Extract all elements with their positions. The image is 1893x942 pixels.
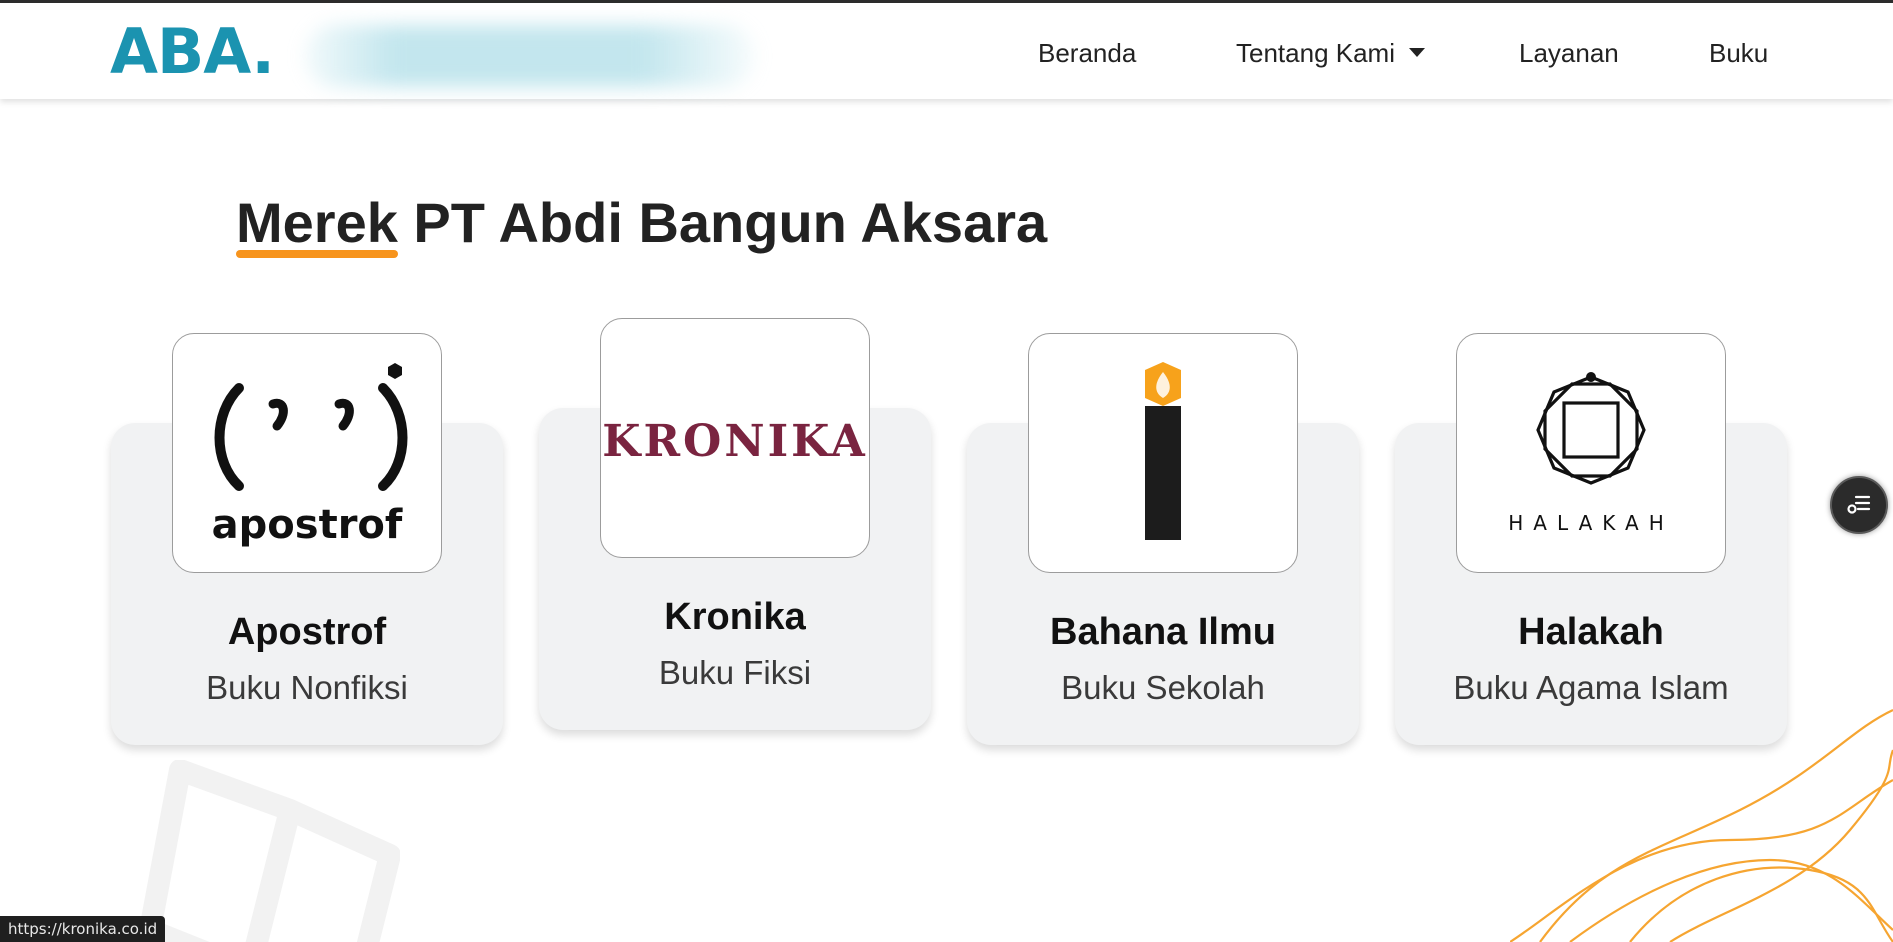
brand-category: Buku Sekolah: [1061, 669, 1265, 706]
page-title-highlight-text: Merek: [236, 191, 398, 254]
halakah-logo[interactable]: HALAKAH: [1456, 333, 1726, 573]
orange-underline: [236, 250, 398, 258]
navbar: ABA. Beranda Tentang Kami Layanan Buku: [0, 3, 1893, 99]
nav-item-beranda[interactable]: Beranda: [1038, 37, 1136, 69]
nav-item-layanan[interactable]: Layanan: [1519, 37, 1619, 69]
blurred-brand-tagline: [305, 25, 755, 87]
nav-item-tentang-kami[interactable]: Tentang Kami: [1236, 37, 1425, 69]
caret-down-icon: [1408, 47, 1425, 57]
kronika-logo-text: KRONIKA: [602, 416, 868, 467]
status-bar-url: https://kronika.co.id: [0, 916, 166, 942]
page-title-rest: PT Abdi Bangun Aksara: [397, 191, 1048, 254]
bahana-ilmu-logo[interactable]: [1028, 333, 1298, 573]
brand-name: Apostrof: [227, 611, 387, 653]
book-outline-decoration: [140, 760, 400, 942]
floating-menu-button[interactable]: [1830, 476, 1888, 534]
brand-name: Bahana Ilmu: [1050, 611, 1276, 653]
brand-name: Kronika: [664, 596, 806, 638]
brand-category: Buku Agama Islam: [1453, 669, 1729, 706]
halakah-logo-text: HALAKAH: [1508, 511, 1674, 535]
brand-category: Buku Nonfiksi: [206, 669, 408, 706]
brand-name: Halakah: [1518, 611, 1664, 653]
apostrof-logo[interactable]: apostrof: [172, 333, 442, 573]
kronika-wordmark-logo-icon: KRONIKA: [602, 416, 868, 467]
page-title: Merek PT Abdi Bangun Aksara: [236, 190, 1048, 258]
brand-logo[interactable]: ABA.: [110, 17, 275, 87]
apostrof-face-logo-icon: apostrof: [212, 363, 408, 548]
menu-list-icon: [1847, 495, 1871, 514]
kronika-logo[interactable]: KRONIKA: [600, 318, 870, 558]
nav-item-buku[interactable]: Buku: [1709, 37, 1768, 69]
nav-item-tentang-kami-label: Tentang Kami: [1236, 38, 1395, 68]
candle-flame-logo-icon: [1145, 362, 1181, 540]
octagram-star-logo-icon: HALAKAH: [1508, 372, 1674, 535]
brand-category: Buku Fiksi: [658, 654, 812, 691]
page-title-highlight: Merek: [236, 190, 398, 258]
apostrof-logo-text: apostrof: [212, 502, 403, 548]
